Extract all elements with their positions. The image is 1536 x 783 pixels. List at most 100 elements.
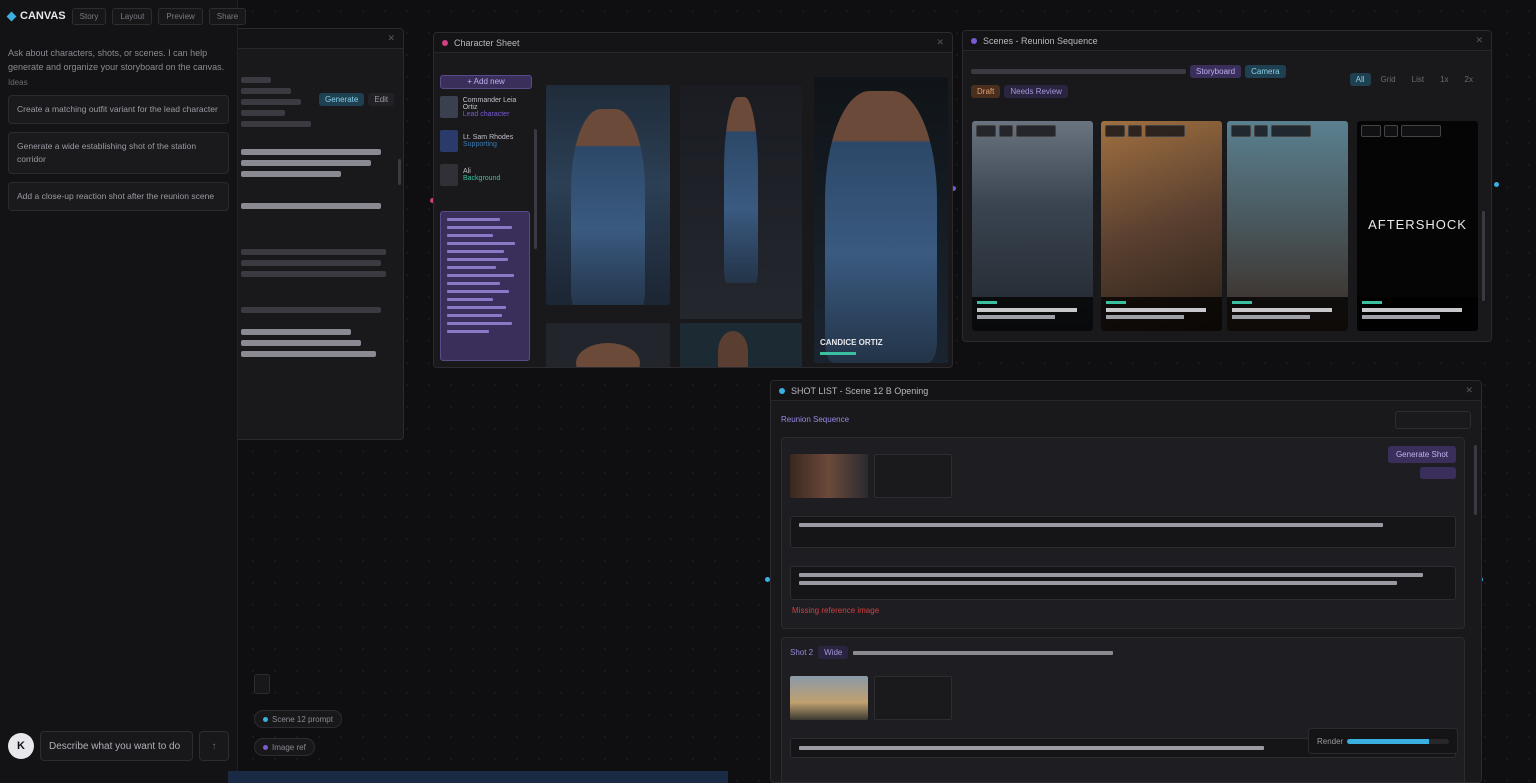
scrollbar[interactable] [1474,445,1477,515]
panel-title: Scenes - Reunion Sequence [983,35,1098,46]
scenes-panel: Scenes - Reunion Sequence ✕ Storyboard C… [962,30,1492,342]
panel-dot-icon [442,39,448,46]
character-hero-image[interactable]: CANDICE ORTIZ [814,77,948,363]
panel-action-button[interactable] [1395,411,1471,429]
shot-reference-image[interactable] [790,676,868,720]
progress-bar [1347,738,1449,744]
character-role: Supporting [463,141,497,148]
progress-fill [1347,738,1429,744]
user-avatar[interactable]: K [8,733,34,759]
empty-image-slot[interactable] [874,454,952,498]
character-thumbnail [440,96,458,118]
character-headshot[interactable] [680,323,802,367]
view-grid[interactable]: Grid [1375,73,1402,86]
character-item[interactable]: Commander Leia Ortiz Lead character [440,91,532,123]
chat-sidebar: CANVAS Story Layout Preview Share Ask ab… [0,0,247,783]
view-list[interactable]: List [1406,73,1430,86]
script-text-panel: ✕ Generate Edit [230,28,404,440]
character-panel: Character Sheet ✕ + Add new Commander Le… [433,32,953,368]
character-headshot[interactable] [546,323,670,367]
view-all[interactable]: All [1349,73,1371,86]
shot-subtitle: Reunion Sequence [781,415,850,424]
panel-dot-icon [971,37,977,44]
shot-label: Shot 2 [790,648,814,657]
suggestions-label: Ideas [8,78,28,87]
character-name: Commander Leia Ortiz [462,96,517,111]
image-node[interactable]: Image ref [254,738,315,756]
image-caption: CANDICE ORTIZ [820,338,883,347]
character-role: Background [463,175,501,182]
suggestion-item[interactable]: Create a matching outfit variant for the… [8,95,229,124]
scene-card[interactable] [1101,121,1222,331]
scene-title-card: AFTERSHOCK [1368,217,1467,232]
prompt-field[interactable] [790,516,1456,548]
shot-card: Shot 2 Wide [781,637,1465,782]
shot-reference-image[interactable] [790,454,868,498]
logo-icon [6,11,17,21]
bottom-strip [228,771,728,783]
chat-input[interactable]: Describe what you want to do [40,731,193,761]
description-field[interactable] [790,566,1456,600]
shot-card: Generate Shot Missing reference image [781,437,1465,629]
secondary-action-button[interactable] [1420,467,1456,479]
chat-intro: Ask about characters, shots, or scenes. … [8,48,225,72]
scene-card[interactable]: AFTERSHOCK [1357,121,1478,331]
send-button[interactable]: ↑ [199,731,229,761]
tab-story[interactable]: Story [71,7,107,25]
close-icon[interactable]: ✕ [936,37,944,48]
scrollbar[interactable] [398,159,401,185]
character-role: Lead character [462,110,510,118]
filter-needs-review[interactable]: Needs Review [1004,85,1068,98]
empty-image-slot[interactable] [874,676,952,720]
zoom-2x[interactable]: 2x [1459,73,1479,86]
generate-shot-button[interactable]: Generate Shot [1387,446,1456,463]
node-label: Scene 12 prompt [272,714,333,724]
character-fullbody[interactable] [680,85,802,319]
connector-port[interactable] [1494,182,1499,187]
node-dot-icon [263,744,268,750]
error-message: Missing reference image [792,606,880,615]
scrollbar[interactable] [534,129,537,249]
top-bar: CANVAS Story Layout Preview Share [0,0,247,32]
panel-title: SHOT LIST - Scene 12 B Opening [791,385,929,396]
app-name: CANVAS [20,10,66,22]
tag-camera[interactable]: Camera [1245,65,1286,78]
node-label: Image ref [272,742,306,752]
panel-header: Scenes - Reunion Sequence ✕ [963,31,1491,51]
close-icon[interactable]: ✕ [1465,385,1473,396]
tab-share[interactable]: Share [208,7,247,25]
panel-header: Character Sheet ✕ [434,33,952,53]
close-icon[interactable]: ✕ [1475,35,1483,46]
canvas-tool-button[interactable] [254,674,270,694]
tab-layout[interactable]: Layout [112,7,153,25]
shot-type-badge: Wide [818,646,849,659]
suggestion-item[interactable]: Generate a wide establishing shot of the… [8,132,229,174]
panel-header: SHOT LIST - Scene 12 B Opening ✕ [771,381,1481,401]
character-item[interactable]: Lt. Sam Rhodes Supporting [440,125,532,157]
character-portrait[interactable] [546,85,670,305]
suggestion-item[interactable]: Add a close-up reaction shot after the r… [8,182,229,211]
filter-draft[interactable]: Draft [971,85,1001,98]
node-dot-icon [263,716,268,722]
add-character-button[interactable]: + Add new [440,75,532,89]
tab-preview[interactable]: Preview [158,7,203,25]
character-thumbnail [440,130,458,152]
panel-header: ✕ [231,29,403,49]
zoom-1x[interactable]: 1x [1434,73,1454,86]
panel-title: Character Sheet [454,37,520,48]
scene-card[interactable] [1227,121,1348,331]
panel-dot-icon [779,387,785,394]
character-thumbnail [440,164,458,186]
close-icon[interactable]: ✕ [387,33,395,44]
scrollbar[interactable] [1482,211,1485,301]
scene-card[interactable] [972,121,1093,331]
render-status[interactable]: Render [1308,728,1458,754]
character-item[interactable]: Ali Background [440,159,532,191]
character-name: Lt. Sam Rhodes [463,134,514,141]
tag-storyboard[interactable]: Storyboard [1190,65,1242,78]
chat-composer: K Describe what you want to do ↑ [8,729,229,763]
app-logo: CANVAS [6,10,66,22]
prompt-node[interactable]: Scene 12 prompt [254,710,342,728]
character-name: Ali [463,168,471,175]
send-icon: ↑ [211,740,217,752]
